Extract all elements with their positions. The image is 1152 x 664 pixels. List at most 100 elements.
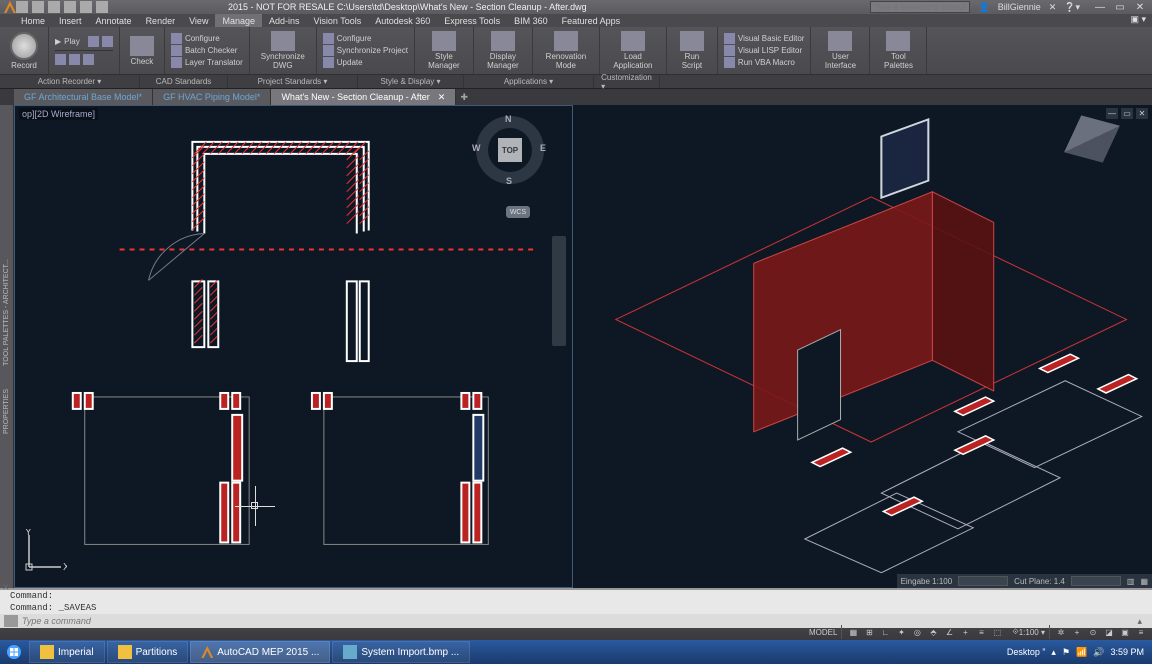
tab-annotate[interactable]: Annotate [89, 14, 139, 27]
tray-chevron-icon[interactable]: ▴ [1051, 647, 1056, 658]
qat-print-icon[interactable] [96, 1, 108, 13]
clock[interactable]: 3:59 PM [1110, 647, 1144, 657]
tray-volume-icon[interactable]: 🔊 [1093, 647, 1104, 658]
tab-bim360[interactable]: BIM 360 [507, 14, 555, 27]
navigation-bar[interactable] [552, 236, 566, 346]
tool-palettes-bar[interactable]: TOOL PALETTES - ARCHITECT... [3, 251, 10, 374]
grid-toggle[interactable]: ▦ [846, 625, 860, 639]
signin-icon[interactable]: 👤 [978, 2, 989, 13]
viewcube[interactable]: TOP NSEW [476, 116, 544, 184]
tab-visiontools[interactable]: Vision Tools [307, 14, 369, 27]
osnap-toggle[interactable]: ◎ [910, 625, 924, 639]
tab-view[interactable]: View [182, 14, 215, 27]
cui-button[interactable]: User Interface [817, 29, 863, 72]
taskbar-item-1[interactable]: Imperial [29, 641, 105, 663]
load-app-button[interactable]: Load Application [606, 29, 660, 72]
qat-new-icon[interactable] [16, 1, 28, 13]
right-viewport[interactable]: — ▭ ✕ [575, 105, 1152, 588]
qat-open-icon[interactable] [32, 1, 44, 13]
tab-featuredapps[interactable]: Featured Apps [555, 14, 628, 27]
doc-tab-2[interactable]: GF HVAC Piping Model* [153, 89, 271, 105]
tab-addins[interactable]: Add-ins [262, 14, 307, 27]
renovation-mode-button[interactable]: Renovation Mode [539, 29, 593, 72]
ws-switch-icon[interactable]: ✲ [1054, 625, 1068, 639]
anno-scale[interactable]: ⟐ 1:100 ▾ [1008, 625, 1050, 639]
qat-undo-icon[interactable] [64, 1, 76, 13]
ribbon-expand-icon[interactable]: ▣ ▾ [1124, 14, 1152, 27]
polar-toggle[interactable]: ✦ [894, 625, 908, 639]
help-icon[interactable]: ❔▾ [1064, 2, 1080, 13]
tab-manage[interactable]: Manage [215, 14, 262, 27]
3dosnap-toggle[interactable]: ⬘ [926, 625, 940, 639]
batch-icon [171, 45, 182, 56]
tool-palettes-button[interactable]: Tool Palettes [876, 29, 920, 72]
panel-customization[interactable]: Customization ▾ [594, 75, 660, 88]
sync-dwg-button[interactable]: Synchronize DWG [256, 29, 310, 72]
cleanscreen-icon[interactable]: ▣ [1118, 625, 1132, 639]
tray-network-icon[interactable]: 📶 [1076, 647, 1087, 658]
sync-project-button[interactable]: Synchronize Project [323, 45, 408, 56]
elevation-scale-input[interactable] [958, 576, 1008, 586]
update-button[interactable]: Update [323, 57, 408, 68]
doc-tab-3[interactable]: What's New - Section Cleanup - After✕ [271, 89, 456, 105]
display-manager-button[interactable]: Display Manager [480, 29, 526, 72]
record-button[interactable]: Record [6, 30, 42, 72]
exchange-icon[interactable]: ✕ [1049, 2, 1057, 13]
play-button[interactable]: ▶Play [55, 36, 113, 47]
vb-editor-button[interactable]: Visual Basic Editor [724, 33, 805, 44]
qat-redo-icon[interactable] [80, 1, 92, 13]
section-toggle-icon[interactable]: ▦ [1140, 577, 1148, 586]
start-button[interactable] [0, 640, 28, 664]
anno-monitor-icon[interactable]: + [1070, 625, 1084, 639]
tab-autodesk360[interactable]: Autodesk 360 [368, 14, 437, 27]
desktop-toolbar-label[interactable]: Desktop ” [1007, 647, 1046, 657]
model-space-button[interactable]: MODEL [805, 625, 842, 639]
snap-toggle[interactable]: ⊞ [862, 625, 876, 639]
properties-bar[interactable]: PROPERTIES [3, 381, 10, 442]
tab-expresstools[interactable]: Express Tools [437, 14, 507, 27]
tab-insert[interactable]: Insert [52, 14, 89, 27]
tray-flag-icon[interactable]: ⚑ [1062, 647, 1070, 658]
minimize-button[interactable]: — [1092, 1, 1108, 13]
panel-applications[interactable]: Applications ▾ [464, 75, 594, 88]
style-manager-button[interactable]: Style Manager [421, 29, 467, 72]
taskbar-item-4[interactable]: System Import.bmp ... [332, 641, 470, 663]
tpy-toggle[interactable]: ⬚ [990, 625, 1004, 639]
vba-macro-button[interactable]: Run VBA Macro [724, 57, 805, 68]
isolate-icon[interactable]: ◪ [1102, 625, 1116, 639]
qat-save-icon[interactable] [48, 1, 60, 13]
layer-translator-button[interactable]: Layer Translator [171, 57, 243, 68]
wcs-badge[interactable]: WCS [506, 206, 530, 218]
custom-icon[interactable]: ≡ [1134, 625, 1148, 639]
infocenter-search[interactable] [870, 1, 970, 13]
user-name[interactable]: BillGiennie [998, 2, 1041, 12]
panel-action-recorder[interactable]: Action Recorder ▾ [0, 75, 140, 88]
panel-project-standards[interactable]: Project Standards ▾ [228, 75, 358, 88]
configure-button[interactable]: Configure [171, 33, 243, 44]
check-button[interactable]: Check [126, 34, 158, 68]
left-viewport[interactable]: op][2D Wireframe] [14, 105, 573, 588]
new-tab-button[interactable]: ✚ [456, 89, 472, 105]
dyn-toggle[interactable]: + [958, 625, 972, 639]
batch-checker-button[interactable]: Batch Checker [171, 45, 243, 56]
taskbar-item-2[interactable]: Partitions [107, 641, 189, 663]
run-script-button[interactable]: Run Script [673, 29, 711, 72]
close-button[interactable]: ✕ [1132, 1, 1148, 13]
taskbar-item-3[interactable]: AutoCAD MEP 2015 ... [190, 641, 330, 663]
lwt-toggle[interactable]: ≡ [974, 625, 988, 639]
panel-cad-standards[interactable]: CAD Standards [140, 75, 228, 88]
close-tab-icon[interactable]: ✕ [438, 92, 446, 103]
restore-button[interactable]: ▭ [1112, 1, 1128, 13]
cutplane-input[interactable] [1071, 576, 1121, 586]
hwacc-icon[interactable]: ⊙ [1086, 625, 1100, 639]
configure2-button[interactable]: Configure [323, 33, 408, 44]
lisp-editor-button[interactable]: Visual LISP Editor [724, 45, 805, 56]
cmdline-close-icon[interactable]: ✕ [2, 582, 10, 593]
ortho-toggle[interactable]: ∟ [878, 625, 892, 639]
tab-render[interactable]: Render [139, 14, 183, 27]
panel-style-display[interactable]: Style & Display ▾ [358, 75, 464, 88]
doc-tab-1[interactable]: GF Architectural Base Model* [14, 89, 153, 105]
otrack-toggle[interactable]: ∠ [942, 625, 956, 639]
cutplane-toggle-icon[interactable]: ▥ [1127, 577, 1135, 586]
tab-home[interactable]: Home [14, 14, 52, 27]
